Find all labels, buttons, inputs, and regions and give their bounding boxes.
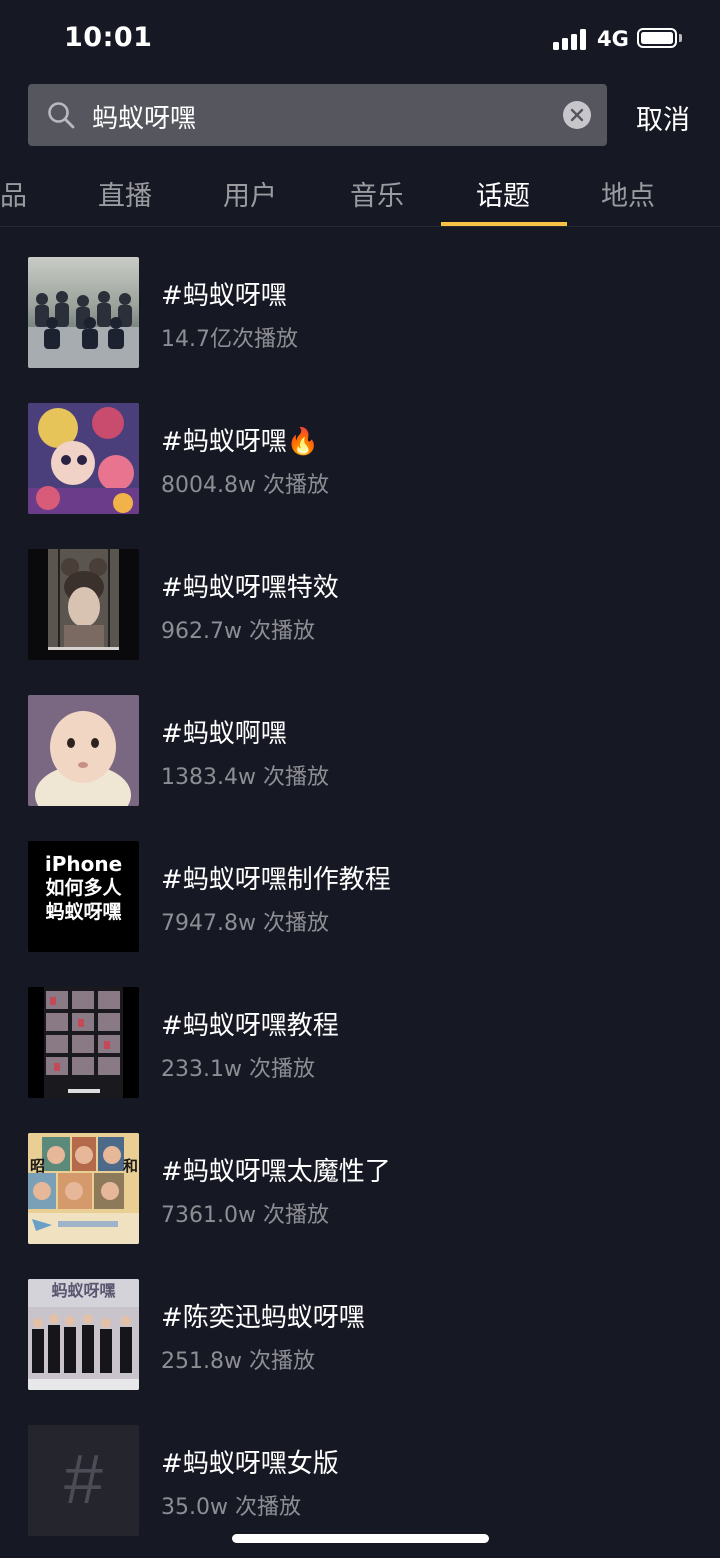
active-tab-indicator: [441, 222, 567, 226]
topic-list-item[interactable]: #蚂蚁呀嘿🔥 8004.8w 次播放: [0, 403, 720, 515]
tab-users[interactable]: 用户: [223, 174, 277, 213]
thumbnail-caption: 蚂蚁呀嘿: [51, 1281, 116, 1300]
topic-title: #蚂蚁呀嘿女版: [161, 1449, 339, 1479]
topic-play-count: 7947.8w 次播放: [161, 911, 329, 936]
topic-title: #蚂蚁呀嘿制作教程: [161, 865, 391, 895]
thumbnail-caption: 昭: [30, 1157, 46, 1175]
topic-list-item[interactable]: # #蚂蚁呀嘿女版 35.0w 次播放: [0, 1425, 720, 1537]
topic-thumbnail: 蚂蚁呀嘿: [28, 1279, 139, 1390]
topic-title: #蚂蚁啊嘿: [161, 719, 287, 749]
topic-thumbnail: [28, 695, 139, 806]
topic-list-item[interactable]: #蚂蚁呀嘿特效 962.7w 次播放: [0, 549, 720, 661]
search-icon: [48, 102, 75, 129]
cancel-button[interactable]: 取消: [636, 98, 690, 137]
topic-thumbnail: [28, 257, 139, 368]
cellular-signal-icon: [553, 29, 589, 50]
battery-tip: [679, 34, 682, 42]
hash-glyph: #: [64, 1440, 103, 1518]
thumbnail-caption: 蚂蚁呀嘿: [45, 901, 122, 923]
hash-icon: #: [28, 1425, 139, 1536]
tab-places[interactable]: 地点: [601, 174, 655, 213]
topic-list-item[interactable]: #蚂蚁呀嘿 14.7亿次播放: [0, 257, 720, 369]
topic-thumbnail: [28, 549, 139, 660]
topic-play-count: 233.1w 次播放: [161, 1057, 315, 1082]
topic-title: #蚂蚁呀嘿: [161, 281, 287, 311]
topic-play-count: 7361.0w 次播放: [161, 1203, 329, 1228]
topic-thumbnail: 昭 和: [28, 1133, 139, 1244]
topic-title: #蚂蚁呀嘿教程: [161, 1011, 339, 1041]
topic-play-count: 962.7w 次播放: [161, 619, 315, 644]
topic-play-count: 251.8w 次播放: [161, 1349, 315, 1374]
thumbnail-caption: 如何多人: [45, 877, 122, 899]
topic-list-item[interactable]: 蚂蚁呀嘿 #陈奕迅蚂蚁呀嘿 251.8w 次播放: [0, 1279, 720, 1391]
topic-thumbnail: [28, 987, 139, 1098]
topic-play-count: 8004.8w 次播放: [161, 473, 329, 498]
search-category-tabs: 品 直播 用户 音乐 话题 地点: [0, 160, 720, 227]
topic-list-item[interactable]: 昭 和 #蚂蚁呀嘿太魔性了 7361.0w 次播放: [0, 1133, 720, 1245]
status-bar: 10:01 4G: [0, 0, 720, 80]
search-input[interactable]: 蚂蚁呀嘿: [28, 84, 607, 146]
clear-search-icon[interactable]: [563, 101, 591, 129]
tab-live[interactable]: 直播: [98, 174, 152, 213]
tab-music[interactable]: 音乐: [350, 174, 404, 213]
thumbnail-caption: iPhone: [44, 852, 123, 876]
topic-play-count: 35.0w 次播放: [161, 1495, 301, 1520]
topic-list-item[interactable]: #蚂蚁呀嘿教程 233.1w 次播放: [0, 987, 720, 1099]
tab-topics[interactable]: 话题: [476, 174, 530, 213]
thumbnail-caption: 和: [123, 1157, 139, 1175]
search-query[interactable]: 蚂蚁呀嘿: [92, 98, 196, 135]
topic-thumbnail: [28, 403, 139, 514]
network-type: 4G: [597, 27, 629, 51]
topic-list-item[interactable]: #蚂蚁啊嘿 1383.4w 次播放: [0, 695, 720, 807]
home-indicator[interactable]: [232, 1534, 489, 1543]
topic-thumbnail: iPhone 如何多人 蚂蚁呀嘿: [28, 841, 139, 952]
tab-works[interactable]: 品: [0, 174, 27, 213]
topic-play-count: 14.7亿次播放: [161, 327, 298, 352]
fire-icon: 🔥: [286, 427, 320, 457]
topic-title: #陈奕迅蚂蚁呀嘿: [161, 1303, 365, 1333]
topic-play-count: 1383.4w 次播放: [161, 765, 329, 790]
topic-title: #蚂蚁呀嘿太魔性了: [161, 1157, 391, 1187]
battery-icon: [637, 28, 677, 48]
status-time: 10:01: [64, 22, 153, 53]
topic-title: #蚂蚁呀嘿🔥: [161, 427, 320, 457]
topic-title: #蚂蚁呀嘿特效: [161, 573, 339, 603]
topic-list-item[interactable]: iPhone 如何多人 蚂蚁呀嘿 #蚂蚁呀嘿制作教程 7947.8w 次播放: [0, 841, 720, 953]
